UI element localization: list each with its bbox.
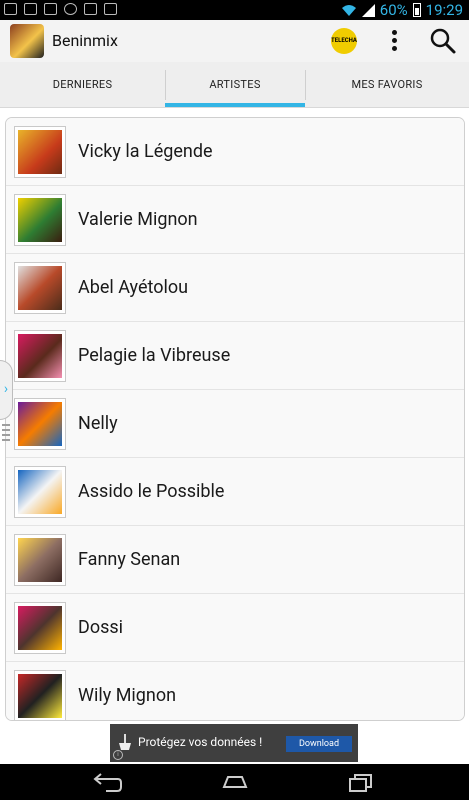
artist-thumbnail — [14, 261, 66, 314]
drag-grip-icon[interactable] — [2, 424, 10, 444]
list-item[interactable]: Wily Mignon — [6, 662, 464, 720]
artist-name: Dossi — [78, 617, 124, 638]
artist-name: Vicky la Légende — [78, 141, 213, 162]
broom-icon — [119, 734, 131, 750]
tab-artistes[interactable]: ARTISTES — [165, 62, 305, 107]
app-title: Beninmix — [52, 31, 118, 50]
battery-percent: 60% — [379, 1, 408, 19]
ad-banner[interactable]: Protégez vos données ! Download i — [110, 724, 358, 762]
tab-mes-favoris[interactable]: MES FAVORIS — [305, 62, 469, 107]
status-right: 60% 19:29 — [341, 0, 463, 20]
artist-thumbnail — [14, 329, 66, 382]
navigation-bar — [0, 764, 469, 800]
home-icon[interactable] — [220, 771, 250, 793]
gmail-icon — [4, 3, 17, 15]
artist-name: Pelagie la Vibreuse — [78, 345, 231, 366]
artist-thumbnail — [14, 397, 66, 450]
battery-icon — [412, 3, 421, 17]
tab-label: MES FAVORIS — [351, 78, 423, 91]
signal-icon — [361, 3, 375, 17]
tab-dernieres[interactable]: DERNIERES — [0, 62, 165, 107]
search-icon[interactable] — [429, 27, 457, 55]
notification-icons — [4, 3, 117, 15]
whatsapp-icon — [64, 3, 77, 15]
artist-name: Wily Mignon — [78, 685, 177, 706]
artist-thumbnail — [14, 465, 66, 518]
list-item[interactable]: Fanny Senan — [6, 526, 464, 594]
artist-thumbnail — [14, 601, 66, 654]
tab-selected-indicator — [165, 103, 305, 107]
ad-download-button[interactable]: Download — [286, 736, 352, 752]
list-item[interactable]: Valerie Mignon — [6, 186, 464, 254]
clock: 19:29 — [425, 1, 463, 19]
action-bar: Beninmix TELECHARGER — [0, 20, 469, 62]
artist-list[interactable]: Vicky la Légende Valerie Mignon Abel Ayé… — [5, 117, 465, 721]
tab-label: ARTISTES — [209, 78, 261, 91]
ad-info-icon[interactable]: i — [113, 750, 123, 760]
promo-badge[interactable]: TELECHARGER — [331, 28, 357, 54]
list-item[interactable]: Vicky la Légende — [6, 118, 464, 186]
artist-thumbnail — [14, 533, 66, 586]
ad-text: Protégez vos données ! — [138, 735, 263, 749]
artist-name: Assido le Possible — [78, 481, 225, 502]
app-logo-icon[interactable] — [10, 24, 44, 58]
list-item[interactable]: Assido le Possible — [6, 458, 464, 526]
chat-icon — [84, 3, 97, 15]
tab-bar: DERNIERES ARTISTES MES FAVORIS — [0, 62, 469, 108]
wifi-icon — [341, 5, 356, 16]
overflow-menu-icon[interactable] — [389, 28, 399, 54]
artist-name: Valerie Mignon — [78, 209, 198, 230]
voicemail-icon — [24, 3, 37, 15]
artist-thumbnail — [14, 125, 66, 178]
recents-icon[interactable] — [346, 771, 376, 793]
list-item[interactable]: Dossi — [6, 594, 464, 662]
chevron-right-icon: › — [3, 381, 9, 397]
artist-name: Abel Ayétolou — [78, 277, 189, 298]
status-bar: 60% 19:29 — [0, 0, 469, 20]
back-icon[interactable] — [92, 771, 122, 793]
tab-label: DERNIERES — [52, 78, 113, 91]
artist-thumbnail — [14, 193, 66, 246]
artist-thumbnail — [14, 669, 66, 720]
list-item[interactable]: Nelly — [6, 390, 464, 458]
drawer-handle[interactable]: › — [0, 360, 13, 420]
list-item[interactable]: Abel Ayétolou — [6, 254, 464, 322]
missed-call-icon — [104, 3, 117, 15]
list-item[interactable]: Pelagie la Vibreuse — [6, 322, 464, 390]
image-icon — [44, 3, 57, 15]
artist-name: Fanny Senan — [78, 549, 181, 570]
artist-name: Nelly — [78, 413, 118, 434]
